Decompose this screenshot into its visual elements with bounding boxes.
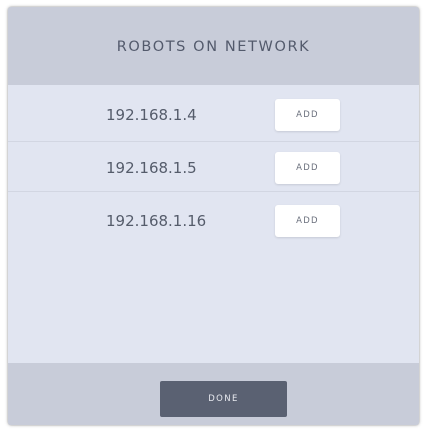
robot-ip: 192.168.1.16 (106, 212, 207, 230)
robot-ip: 192.168.1.5 (106, 159, 197, 177)
add-robot-button[interactable]: ADD (275, 99, 340, 131)
robot-row: 192.168.1.16 ADD (8, 195, 419, 247)
done-button[interactable]: DONE (160, 381, 287, 417)
dialog-title: ROBOTS ON NETWORK (116, 39, 311, 55)
robot-list: 192.168.1.4 ADD 192.168.1.5 ADD 192.168.… (8, 85, 419, 363)
robot-ip: 192.168.1.4 (106, 106, 197, 124)
robots-dialog: ROBOTS ON NETWORK 192.168.1.4 ADD 192.16… (8, 7, 419, 425)
add-robot-button[interactable]: ADD (275, 205, 340, 237)
dialog-footer: DONE (8, 363, 419, 425)
dialog-header: ROBOTS ON NETWORK (8, 7, 419, 85)
robot-row: 192.168.1.5 ADD (8, 142, 419, 194)
robot-row: 192.168.1.4 ADD (8, 89, 419, 141)
row-divider (8, 191, 419, 192)
add-robot-button[interactable]: ADD (275, 152, 340, 184)
